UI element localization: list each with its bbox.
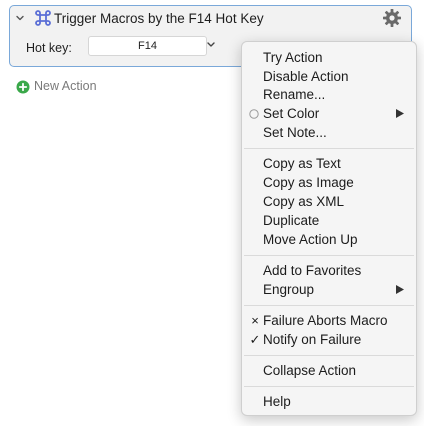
menu-item-disable-action[interactable]: Disable Action: [242, 67, 416, 86]
menu-item-add-to-favorites[interactable]: Add to Favorites: [242, 261, 416, 280]
menu-separator: [244, 255, 414, 256]
plus-circle-icon: [16, 80, 30, 94]
menu-item-label: Engroup: [263, 282, 315, 297]
menu-item-label: Collapse Action: [263, 363, 357, 378]
menu-item-label: Set Color: [263, 106, 320, 121]
menu-item-label: Try Action: [263, 50, 323, 65]
menu-separator: [244, 305, 414, 306]
menu-item-label: Copy as XML: [263, 194, 345, 209]
new-action-label: New Action: [34, 79, 97, 93]
menu-item-rename[interactable]: Rename...: [242, 85, 416, 104]
action-title: Trigger Macros by the F14 Hot Key: [54, 11, 264, 26]
menu-item-label: Failure Aborts Macro: [263, 313, 388, 328]
menu-item-move-action-up[interactable]: Move Action Up: [242, 230, 416, 249]
gear-icon[interactable]: [382, 8, 402, 28]
action-context-menu: Try Action Disable Action Rename... Set …: [241, 41, 417, 416]
menu-separator: [244, 355, 414, 356]
menu-item-label: Add to Favorites: [263, 263, 362, 278]
menu-item-try-action[interactable]: Try Action: [242, 48, 416, 67]
action-header: Trigger Macros by the F14 Hot Key: [10, 6, 411, 34]
menu-item-copy-as-text[interactable]: Copy as Text: [242, 154, 416, 173]
menu-item-label: Rename...: [263, 87, 326, 102]
menu-item-label: Move Action Up: [263, 232, 358, 247]
checkmark-icon: ✓: [249, 332, 261, 347]
menu-item-copy-as-xml[interactable]: Copy as XML: [242, 192, 416, 211]
menu-item-copy-as-image[interactable]: Copy as Image: [242, 173, 416, 192]
menu-item-label: Notify on Failure: [263, 332, 362, 347]
hot-key-field[interactable]: F14: [88, 36, 207, 56]
submenu-arrow-icon: [396, 285, 404, 294]
menu-item-failure-aborts-macro[interactable]: × Failure Aborts Macro: [242, 311, 416, 330]
menu-item-label: Copy as Text: [263, 156, 341, 171]
menu-item-label: Duplicate: [263, 213, 320, 228]
hot-key-label: Hot key:: [26, 41, 72, 55]
menu-item-label: Help: [263, 394, 291, 409]
menu-item-label: Copy as Image: [263, 175, 354, 190]
menu-item-set-color[interactable]: Set Color: [242, 104, 416, 123]
command-key-icon: [35, 10, 51, 26]
color-swatch-circle-icon: [249, 109, 259, 119]
menu-item-engroup[interactable]: Engroup: [242, 280, 416, 299]
hot-key-dropdown-chevron-icon[interactable]: [205, 40, 217, 50]
menu-separator: [244, 148, 414, 149]
collapse-chevron-icon[interactable]: [14, 12, 26, 24]
menu-item-label: Disable Action: [263, 69, 349, 84]
submenu-arrow-icon: [396, 109, 404, 118]
menu-item-help[interactable]: Help: [242, 392, 416, 411]
menu-item-set-note[interactable]: Set Note...: [242, 123, 416, 142]
menu-separator: [244, 386, 414, 387]
menu-item-notify-on-failure[interactable]: ✓ Notify on Failure: [242, 330, 416, 349]
menu-item-label: Set Note...: [263, 125, 327, 140]
menu-item-collapse-action[interactable]: Collapse Action: [242, 361, 416, 380]
menu-item-duplicate[interactable]: Duplicate: [242, 211, 416, 230]
mixed-state-x-icon: ×: [251, 313, 259, 328]
